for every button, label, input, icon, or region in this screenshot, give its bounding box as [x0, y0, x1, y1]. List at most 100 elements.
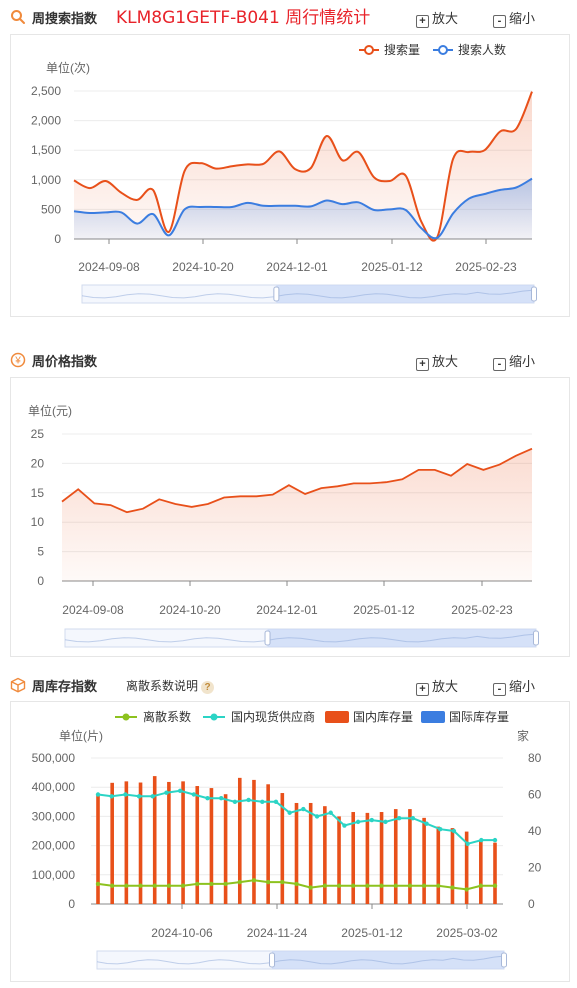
y-axis-unit-label: 单位(元): [28, 403, 72, 418]
stock-zoom-out-button[interactable]: - 缩小: [493, 676, 535, 696]
y-tick-label-right: 80: [528, 751, 542, 765]
product-stats-title: KLM8G1GETF-B041 周行情统计: [116, 8, 371, 28]
dispersion-point: [166, 883, 172, 888]
x-tick-label: 2024-09-08: [62, 603, 124, 617]
domestic-supplier-point: [150, 794, 155, 799]
legend-swatch-marker: [364, 45, 374, 55]
domestic-stock-bar: [96, 793, 100, 904]
dispersion-point: [478, 883, 484, 888]
search-index-chart: 单位(次) 0 500 1,000 1,500 2,000 2,500 2024-09-08 2…: [31, 42, 537, 304]
dispersion-help-link[interactable]: 离散系数说明?: [126, 677, 215, 694]
legend-label: 搜索量: [384, 42, 420, 57]
y-tick-label: 2,500: [31, 84, 61, 98]
legend-label: 离散系数: [143, 709, 191, 724]
x-tick-label: 2025-01-12: [341, 926, 403, 940]
dispersion-point: [322, 883, 328, 888]
search-zoom-out-button[interactable]: - 缩小: [493, 8, 535, 28]
domestic-supplier-point: [424, 821, 429, 826]
legend-swatch-marker: [210, 713, 218, 721]
dispersion-point: [152, 883, 157, 888]
domestic-stock-bar: [280, 793, 285, 904]
dispersion-point: [251, 878, 257, 883]
slider-handle[interactable]: [273, 286, 280, 302]
domestic-supplier-point: [438, 826, 443, 832]
y-tick-label-left: 300,000: [32, 809, 76, 823]
slider-handle[interactable]: [264, 630, 271, 646]
x-tick-label: 2025-01-12: [353, 603, 415, 617]
domestic-supplier-point: [205, 795, 210, 801]
domestic-supplier-point: [355, 819, 361, 825]
yen-icon: ¥: [10, 352, 26, 368]
legend-label: 搜索人数: [458, 42, 506, 57]
domestic-supplier-point: [246, 797, 251, 803]
y-tick-label-left: 100,000: [32, 868, 76, 882]
dispersion-point: [280, 879, 285, 885]
slider-handle[interactable]: [531, 286, 537, 302]
price-index-header: ¥ 周价格指数 + 放大 - 缩小: [0, 347, 577, 373]
legend-item[interactable]: 搜索人数: [433, 42, 506, 57]
domestic-stock-bar: [479, 840, 483, 904]
domestic-stock-bar: [408, 809, 412, 904]
domestic-stock-bar: [323, 806, 327, 904]
legend-swatch-marker: [438, 45, 448, 55]
dispersion-point: [237, 879, 242, 885]
x-tick-label: 2024-12-01: [266, 260, 328, 274]
slider-handle[interactable]: [533, 630, 539, 646]
legend-item[interactable]: 国内现货供应商: [203, 709, 315, 724]
dispersion-point: [265, 879, 271, 885]
dispersion-point: [379, 883, 384, 888]
search-zoom-in-button[interactable]: + 放大: [416, 8, 458, 28]
price-chart-panel: 单位(元) 0 5 10 15 20 25 2024-09-08 2024-10-20 2024-…: [10, 377, 570, 657]
plus-icon: +: [416, 358, 429, 371]
legend-item[interactable]: 离散系数: [115, 709, 191, 724]
x-tick-label: 2025-03-02: [436, 926, 498, 940]
y-tick-label: 25: [31, 427, 45, 441]
y-tick-label: 2,000: [31, 114, 61, 128]
domestic-stock-bar: [252, 779, 256, 904]
search-icon: [11, 10, 25, 24]
legend-item[interactable]: 搜索量: [359, 42, 420, 57]
dispersion-point: [407, 883, 413, 888]
domestic-supplier-point: [396, 816, 402, 821]
dispersion-point: [365, 883, 370, 888]
search-chart-panel: 单位(次) 0 500 1,000 1,500 2,000 2,500 2024-09-08 2…: [10, 34, 570, 317]
domestic-stock-bar: [351, 812, 356, 904]
price-zoom-out-button[interactable]: - 缩小: [493, 351, 535, 371]
legend-item[interactable]: 国内库存量: [325, 709, 413, 724]
stock-zoom-in-button[interactable]: + 放大: [416, 676, 458, 696]
dispersion-point: [109, 883, 115, 888]
domestic-supplier-point: [191, 792, 197, 797]
svg-text:¥: ¥: [14, 356, 21, 367]
slider-handle[interactable]: [501, 952, 507, 968]
price-index-title: 周价格指数: [32, 354, 98, 369]
minus-icon: -: [493, 358, 506, 371]
y-axis-unit-label-right: 家: [517, 728, 529, 743]
zoom-slider[interactable]: [64, 628, 539, 648]
domestic-supplier-point: [492, 837, 498, 843]
x-tick-label: 2025-01-12: [361, 260, 423, 274]
domestic-supplier-point: [164, 790, 169, 795]
dispersion-point: [450, 885, 455, 890]
domestic-supplier-point: [410, 816, 416, 821]
y-tick-label: 0: [37, 574, 44, 588]
y-tick-label-right: 20: [528, 861, 542, 875]
minus-icon: -: [493, 683, 506, 696]
y-tick-label-left: 0: [68, 897, 75, 911]
legend-label: 国际库存量: [449, 709, 509, 724]
x-tick-label: 2025-02-23: [455, 260, 517, 274]
y-axis-unit-label: 单位(次): [46, 60, 90, 75]
price-zoom-in-button[interactable]: + 放大: [416, 351, 458, 371]
legend-swatch-marker: [122, 713, 130, 721]
stock-index-chart: 单位(片) 家 0 100,000 200,000 300,000 400,000 500,0…: [32, 709, 542, 970]
zoom-slider[interactable]: [96, 950, 507, 970]
x-tick-label: 2024-10-20: [172, 260, 234, 274]
legend-item[interactable]: 国际库存量: [421, 709, 509, 724]
slider-handle[interactable]: [269, 952, 276, 968]
x-tick-label: 2025-02-23: [451, 603, 513, 617]
stock-index-title: 周库存指数: [32, 679, 98, 694]
domestic-supplier-point: [123, 792, 128, 797]
domestic-supplier-point: [369, 817, 374, 823]
domestic-supplier-point: [136, 794, 142, 799]
domestic-supplier-point: [451, 828, 457, 834]
zoom-slider[interactable]: [81, 284, 537, 304]
